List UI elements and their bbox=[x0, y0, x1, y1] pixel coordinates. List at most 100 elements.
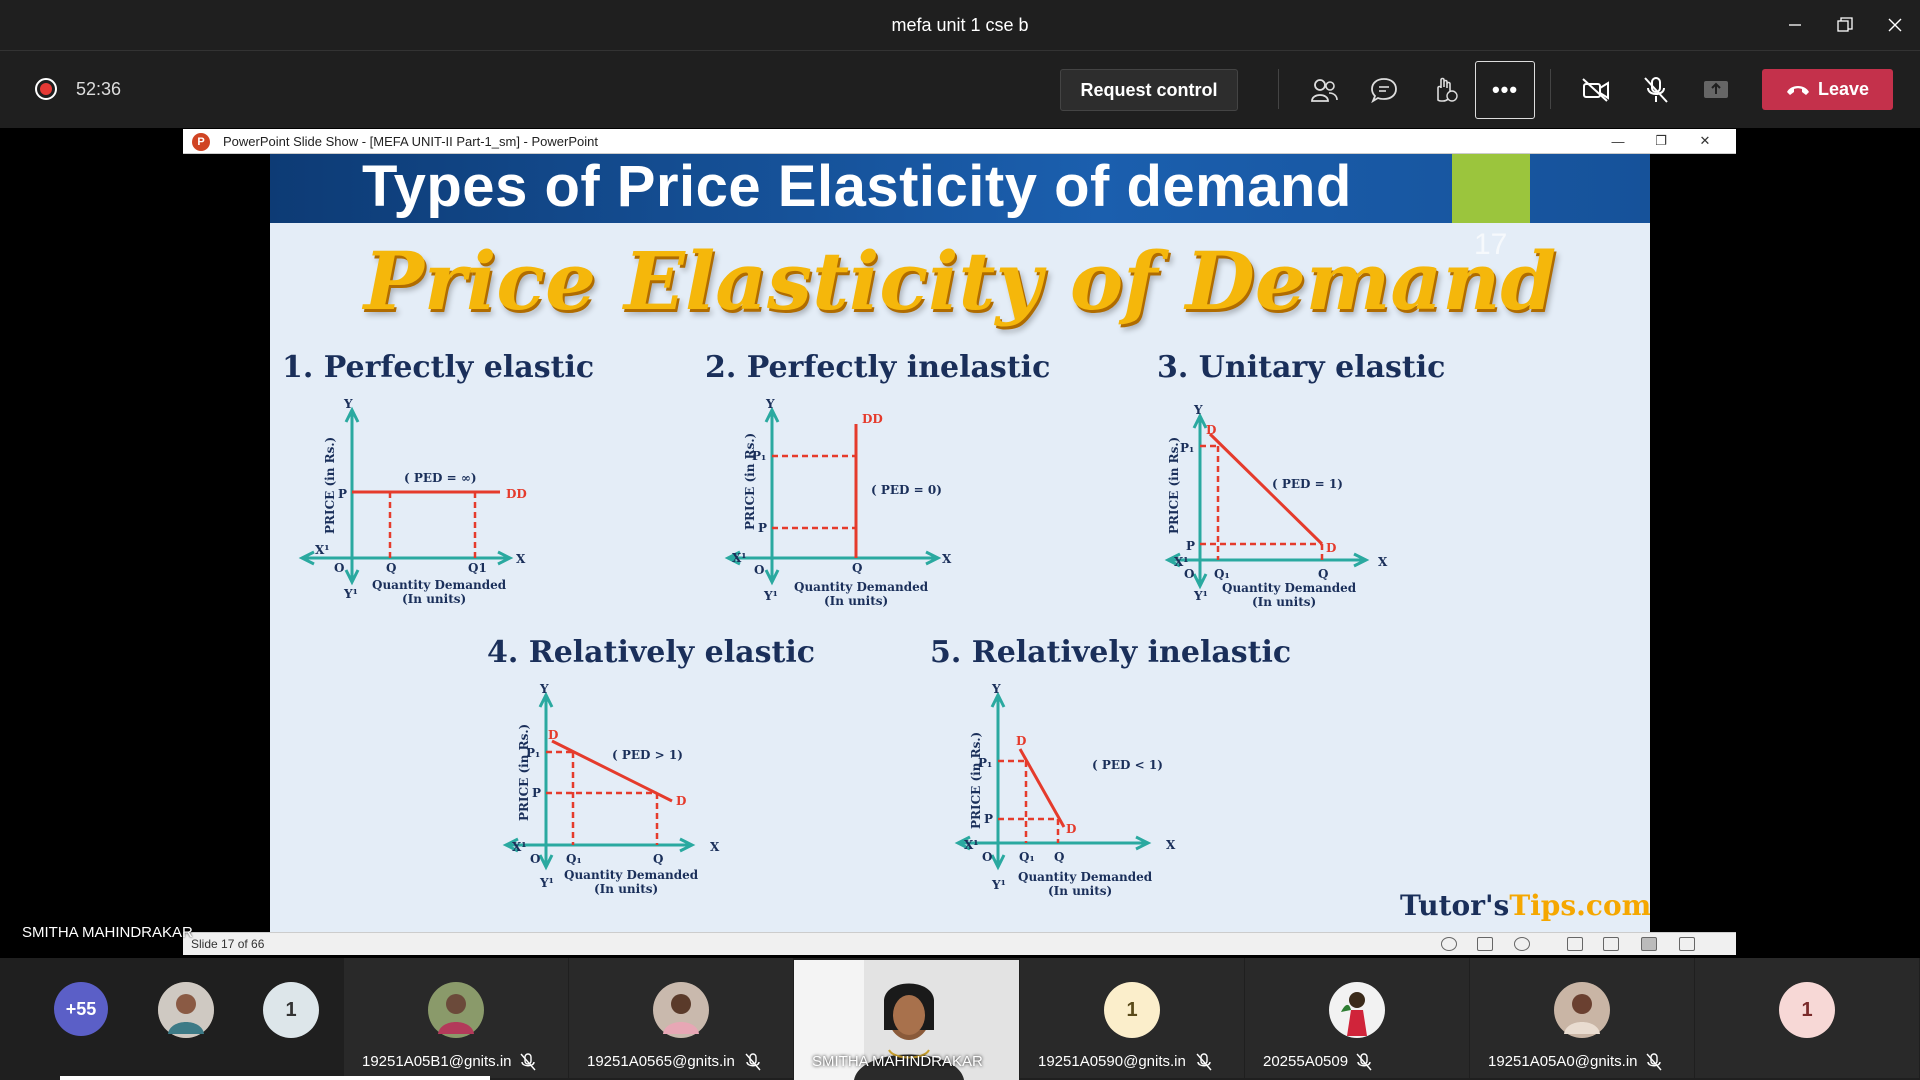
meeting-toolbar: 52:36 Request control ••• Leave bbox=[0, 50, 1920, 128]
overflow-participants-badge[interactable]: +55 bbox=[54, 982, 108, 1036]
x-axis-label: Quantity Demanded bbox=[1018, 870, 1153, 884]
y-axis-letter: Y bbox=[539, 682, 549, 696]
y-axis-letter: Y bbox=[1193, 403, 1203, 417]
section-title-1: 1. Perfectly elastic bbox=[282, 350, 595, 385]
participants-icon[interactable] bbox=[1301, 69, 1347, 111]
ped-label-4: ( PED > 1) bbox=[612, 748, 683, 762]
x-axis-label: Quantity Demanded bbox=[372, 578, 507, 592]
participant-tile[interactable]: 19251A0565@gnits.in bbox=[569, 958, 793, 1078]
p-label: P bbox=[532, 786, 541, 800]
figure-perfectly-elastic: ( PED = ∞) Y P X¹ O Q Q1 X Y¹ Quantity D… bbox=[298, 397, 527, 606]
participant-tile[interactable]: 1 19251A0590@gnits.in bbox=[1020, 958, 1244, 1078]
ped-label-3: ( PED = 1) bbox=[1272, 477, 1343, 491]
window-titlebar: mefa unit 1 cse b bbox=[0, 0, 1920, 50]
x-axis-letter: X bbox=[710, 840, 720, 854]
next-slide-icon[interactable] bbox=[1514, 937, 1530, 951]
slideshow-icon[interactable] bbox=[1679, 937, 1695, 951]
participant-count-badge: 1 bbox=[1104, 982, 1160, 1038]
watermark-part-2: Tips.com bbox=[1509, 889, 1650, 922]
participant-name: 19251A0565@gnits.in bbox=[587, 1053, 735, 1070]
x-axis-units: (In units) bbox=[594, 882, 658, 896]
figure-unitary-elastic: ( PED = 1) Y P₁ P X¹ O Q₁ Q X Y¹ Quantit… bbox=[1164, 403, 1388, 609]
dd-label: DD bbox=[862, 412, 883, 426]
presenter-video-tile[interactable]: SMITHA MAHINDRAKAR bbox=[794, 960, 1019, 1080]
more-options-button[interactable]: ••• bbox=[1475, 61, 1535, 119]
ped-label-2: ( PED = 0) bbox=[871, 483, 942, 497]
x-neg-letter: X¹ bbox=[512, 840, 527, 854]
ppt-close-icon[interactable]: ✕ bbox=[1690, 131, 1720, 151]
request-control-button[interactable]: Request control bbox=[1060, 69, 1238, 111]
participant-count-badge[interactable]: 1 bbox=[263, 982, 319, 1038]
x-axis-units: (In units) bbox=[1048, 884, 1112, 898]
y-axis-label: PRICE (in Rs.) bbox=[969, 732, 983, 829]
restore-icon[interactable] bbox=[1825, 10, 1865, 40]
phone-hangup-icon bbox=[1786, 85, 1809, 95]
p-label: P bbox=[338, 487, 347, 501]
participant-tile[interactable]: 1 bbox=[1695, 958, 1919, 1078]
normal-view-icon[interactable] bbox=[1567, 937, 1583, 951]
close-icon[interactable] bbox=[1875, 10, 1915, 40]
y-neg-letter: Y¹ bbox=[991, 878, 1006, 892]
x-axis-letter: X bbox=[516, 552, 526, 566]
previous-slide-icon[interactable] bbox=[1441, 937, 1457, 951]
presenter-name: SMITHA MAHINDRAKAR bbox=[22, 924, 193, 941]
section-title-5: 5. Relatively inelastic bbox=[930, 635, 1292, 670]
participant-name: 19251A05B1@gnits.in bbox=[362, 1053, 512, 1070]
mic-off-icon bbox=[1646, 1053, 1662, 1071]
leave-button[interactable]: Leave bbox=[1762, 69, 1893, 110]
d-lower-label: D bbox=[676, 794, 686, 808]
x-axis-letter: X bbox=[1378, 555, 1388, 569]
reading-view-icon[interactable] bbox=[1641, 937, 1657, 951]
slide-header: Types of Price Elasticity of demand bbox=[270, 154, 1650, 223]
slide-counter: Slide 17 of 66 bbox=[191, 937, 265, 951]
d-lower-label: D bbox=[1326, 541, 1336, 555]
y-neg-letter: Y¹ bbox=[343, 587, 358, 601]
d-upper-label: D bbox=[548, 728, 558, 742]
reactions-icon[interactable] bbox=[1421, 69, 1467, 111]
mic-off-icon bbox=[1196, 1053, 1212, 1071]
origin-label: O bbox=[1184, 567, 1194, 581]
y-axis-letter: Y bbox=[343, 397, 353, 411]
powerpoint-window: P PowerPoint Slide Show - [MEFA UNIT-II … bbox=[183, 129, 1736, 955]
origin-label: O bbox=[982, 850, 992, 864]
q1-label: Q₁ bbox=[1214, 567, 1230, 581]
q-label: Q bbox=[653, 852, 663, 866]
powerpoint-titlebar: P PowerPoint Slide Show - [MEFA UNIT-II … bbox=[183, 129, 1736, 154]
watermark: Tutor'sTips.com bbox=[1400, 889, 1650, 922]
chat-icon[interactable] bbox=[1361, 69, 1407, 111]
slide-sorter-icon[interactable] bbox=[1603, 937, 1619, 951]
q1-label: Q₁ bbox=[1019, 850, 1035, 864]
y-axis-label: PRICE (in Rs.) bbox=[1167, 437, 1181, 534]
participant-tile[interactable]: 19251A05A0@gnits.in bbox=[1470, 958, 1694, 1078]
q1-label: Q₁ bbox=[566, 852, 582, 866]
share-screen-icon[interactable] bbox=[1693, 69, 1739, 111]
y-axis-label: PRICE (in Rs.) bbox=[517, 724, 531, 821]
participant-tile[interactable]: 19251A05B1@gnits.in bbox=[344, 958, 568, 1078]
avatar bbox=[653, 982, 709, 1038]
participants-strip: +55 1 19251A05B1@gnits.in 19251A0565@gni… bbox=[0, 958, 1920, 1080]
minimize-icon[interactable] bbox=[1775, 10, 1815, 40]
slide-main-title: Price Elasticity of Demand bbox=[363, 234, 1557, 328]
p-label: P bbox=[1186, 539, 1195, 553]
figure-perfectly-inelastic: ( PED = 0) Y P₁ P X¹ O Q X Y¹ Quantity D… bbox=[724, 397, 952, 608]
y-neg-letter: Y¹ bbox=[1193, 589, 1208, 603]
p1-label: P₁ bbox=[1180, 441, 1194, 455]
leave-label: Leave bbox=[1817, 79, 1870, 99]
ppt-restore-icon[interactable]: ❐ bbox=[1646, 131, 1676, 151]
q-label: Q bbox=[386, 561, 396, 575]
ped-label-5: ( PED < 1) bbox=[1092, 758, 1163, 772]
avatar bbox=[1554, 982, 1610, 1038]
slide: Types of Price Elasticity of demand 17 P… bbox=[270, 154, 1650, 932]
q-label: Q bbox=[1318, 567, 1328, 581]
p-label: P bbox=[758, 521, 767, 535]
mic-off-icon bbox=[745, 1053, 761, 1071]
ppt-minimize-icon[interactable]: — bbox=[1603, 131, 1633, 151]
q-label: Q bbox=[852, 561, 862, 575]
avatar[interactable] bbox=[158, 982, 214, 1038]
x-neg-letter: X¹ bbox=[732, 551, 747, 565]
window-title: mefa unit 1 cse b bbox=[891, 15, 1029, 35]
participant-tile[interactable]: 20255A0509 bbox=[1245, 958, 1469, 1078]
notes-icon[interactable] bbox=[1477, 937, 1493, 951]
camera-off-icon[interactable] bbox=[1573, 69, 1619, 111]
mic-off-icon[interactable] bbox=[1633, 69, 1679, 111]
